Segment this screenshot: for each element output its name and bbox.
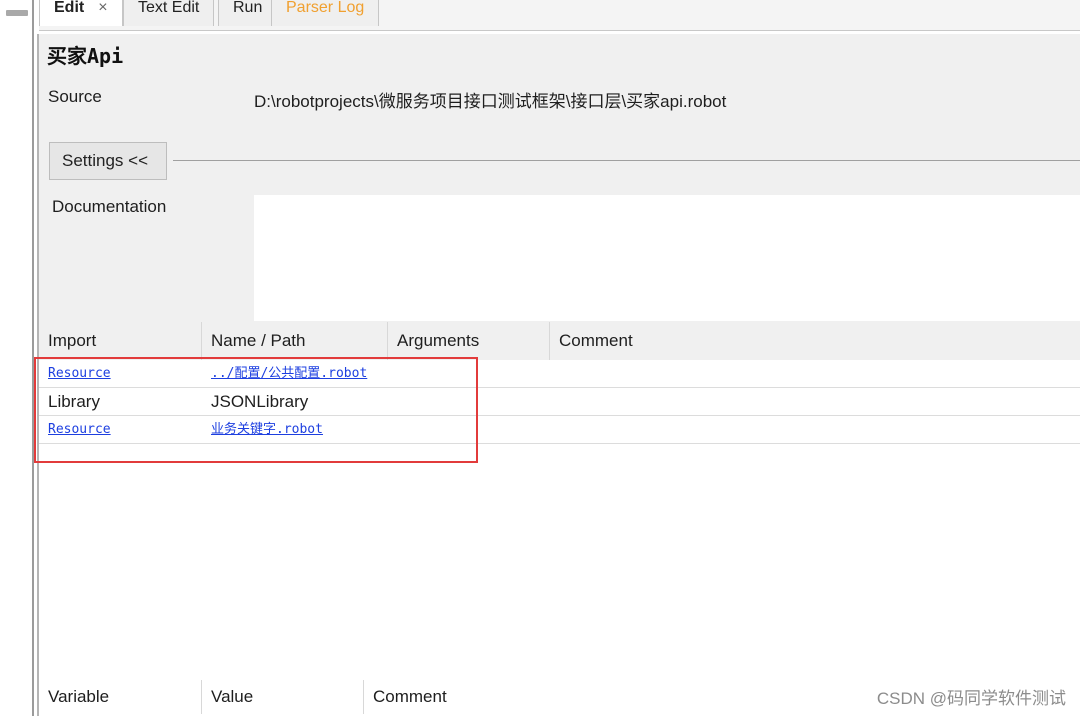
frame-line: [32, 0, 34, 716]
table-row[interactable]: Resource ../配置/公共配置.robot: [39, 360, 1080, 388]
tab-edit-label: Edit: [54, 0, 85, 16]
tab-parser-log-label: Parser Log: [286, 0, 365, 16]
import-path-link[interactable]: ../配置/公共配置.robot: [211, 360, 367, 388]
import-type-link[interactable]: Resource: [48, 360, 111, 388]
close-icon[interactable]: ×: [98, 0, 107, 16]
source-path: D:\robotprojects\微服务项目接口测试框架\接口层\买家api.r…: [254, 92, 727, 111]
tab-text-edit-label: Text Edit: [138, 0, 200, 16]
header-import[interactable]: Import: [39, 322, 202, 360]
table-row[interactable]: Library JSONLibrary: [39, 388, 1080, 416]
tab-parser-log[interactable]: Parser Log: [271, 0, 380, 26]
import-table: Import Name / Path Arguments Comment Res…: [39, 322, 1080, 716]
page-title: 买家Api: [47, 44, 124, 68]
tab-text-edit[interactable]: Text Edit: [123, 0, 215, 26]
watermark: CSDN @码同学软件测试: [876, 689, 1066, 708]
documentation-field[interactable]: [254, 195, 1080, 321]
source-label: Source: [48, 87, 102, 106]
suite-editor-panel: 买家Api Source D:\robotprojects\微服务项目接口测试框…: [39, 34, 1080, 716]
table-row[interactable]: Resource 业务关键字.robot: [39, 416, 1080, 444]
tab-edit[interactable]: Edit ×: [39, 0, 123, 26]
header-arguments[interactable]: Arguments: [388, 322, 550, 360]
settings-divider: [173, 160, 1080, 161]
settings-toggle-button[interactable]: Settings <<: [49, 142, 167, 180]
import-path: JSONLibrary: [211, 392, 309, 411]
documentation-label: Documentation: [52, 197, 167, 216]
header-name-path[interactable]: Name / Path: [202, 322, 388, 360]
tab-run[interactable]: Run: [218, 0, 278, 26]
gutter-tick: [6, 10, 28, 16]
editor-tab-bar: Edit × Text Edit Run Parser Log: [39, 0, 1080, 31]
header-variable-comment[interactable]: Comment: [364, 680, 664, 714]
tab-run-label: Run: [233, 0, 263, 16]
header-variable[interactable]: Variable: [39, 680, 202, 714]
import-type-link[interactable]: Resource: [48, 416, 111, 444]
import-type: Library: [48, 392, 100, 411]
header-value[interactable]: Value: [202, 680, 364, 714]
header-comment[interactable]: Comment: [550, 322, 1080, 360]
import-path-link[interactable]: 业务关键字.robot: [211, 416, 323, 444]
